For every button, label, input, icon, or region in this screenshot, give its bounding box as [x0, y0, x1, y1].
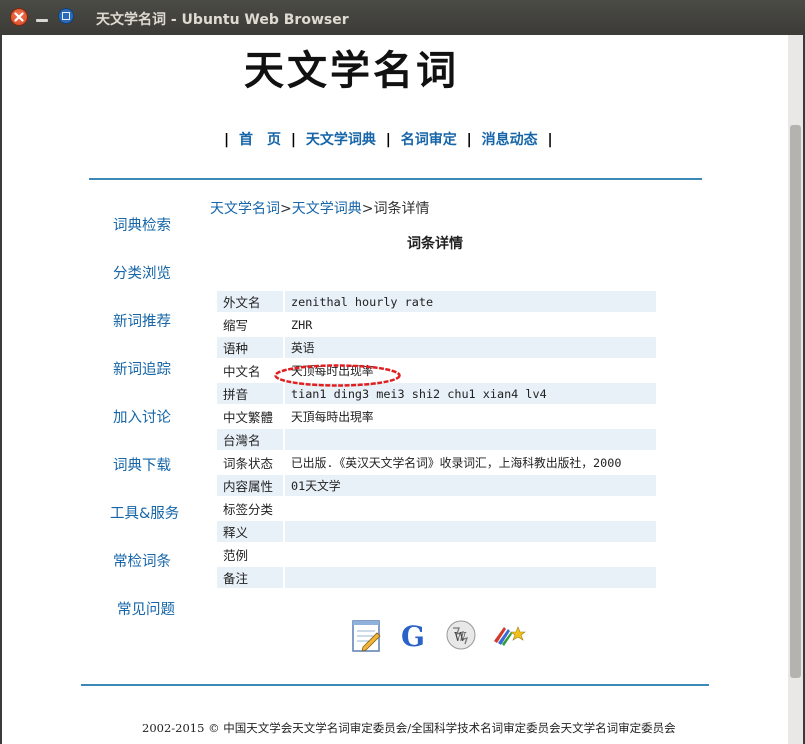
sidebar-item-dictionary-search[interactable]: 词典检索 [113, 214, 171, 235]
nav-separator: | [385, 132, 391, 148]
table-row: 缩写 ZHR [217, 314, 656, 335]
table-row: 备注 [217, 567, 656, 588]
field-label: 内容属性 [217, 475, 285, 496]
footer-divider [81, 684, 709, 686]
breadcrumb-dictionary[interactable]: 天文学词典 [292, 201, 362, 217]
sidebar-item-join-discussion[interactable]: 加入讨论 [113, 406, 171, 427]
field-value [285, 498, 656, 519]
table-row: 词条状态 已出版.《英汉天文学名词》收录词汇，上海科教出版社，2000 [217, 452, 656, 473]
field-value [285, 544, 656, 565]
field-label: 中文繁體 [217, 406, 285, 427]
close-icon [14, 12, 24, 22]
google-icon[interactable]: G [398, 619, 430, 653]
sidebar-item-new-term-recommend[interactable]: 新词推荐 [113, 310, 171, 331]
nav-separator: | [224, 132, 230, 148]
field-value: tian1 ding3 mei3 shi2 chu1 xian4 lv4 [285, 383, 656, 404]
field-value: 天頂每時出現率 [285, 406, 656, 427]
close-window-button[interactable] [10, 8, 28, 26]
table-row: 中文名 天顶每时出现率 [217, 360, 656, 381]
term-details-table: 外文名 zenithal hourly rate 缩写 ZHR 语种 英语 中文… [217, 289, 656, 590]
sidebar-item-frequent-terms[interactable]: 常检词条 [113, 550, 171, 571]
field-label: 拼音 [217, 383, 285, 404]
nav-news[interactable]: 消息动态 [482, 132, 538, 148]
window-frame-left [0, 35, 2, 744]
table-row: 释义 [217, 521, 656, 542]
field-value: 01天文学 [285, 475, 656, 496]
top-navigation: | 首 页 | 天文学词典 | 名词审定 | 消息动态 | [224, 129, 553, 149]
breadcrumb-separator: > [280, 201, 292, 217]
table-row: 台灣名 [217, 429, 656, 450]
table-row: 中文繁體 天頂每時出現率 [217, 406, 656, 427]
field-value [285, 429, 656, 450]
header-divider [89, 178, 702, 180]
field-label: 台灣名 [217, 429, 285, 450]
field-value [285, 567, 656, 588]
field-value: 已出版.《英汉天文学名词》收录词汇，上海科教出版社，2000 [285, 452, 656, 473]
table-row: 拼音 tian1 ding3 mei3 shi2 chu1 xian4 lv4 [217, 383, 656, 404]
minimize-window-button[interactable] [36, 19, 48, 22]
svg-text:G: G [401, 620, 425, 651]
field-label: 外文名 [217, 291, 285, 312]
nav-home[interactable]: 首 页 [239, 132, 281, 148]
sidebar-item-category-browse[interactable]: 分类浏览 [113, 262, 171, 283]
table-row: 内容属性 01天文学 [217, 475, 656, 496]
field-label: 标签分类 [217, 498, 285, 519]
field-label: 语种 [217, 337, 285, 358]
breadcrumb: 天文学名词>天文学词典>词条详情 [210, 198, 429, 218]
field-label: 缩写 [217, 314, 285, 335]
wikipedia-icon[interactable]: W [445, 619, 477, 651]
field-value: 天顶每时出现率 [285, 360, 656, 381]
page-title: 词条详情 [407, 236, 463, 252]
field-value: zenithal hourly rate [285, 291, 656, 312]
sidebar-item-new-term-tracking[interactable]: 新词追踪 [113, 358, 171, 379]
field-label: 备注 [217, 567, 285, 588]
svg-text:W: W [454, 630, 467, 644]
breadcrumb-separator: > [361, 201, 374, 217]
field-label: 范例 [217, 544, 285, 565]
table-row: 语种 英语 [217, 337, 656, 358]
field-value: 英语 [285, 337, 656, 358]
scrollbar-thumb[interactable] [790, 125, 801, 678]
field-label: 词条状态 [217, 452, 285, 473]
nav-separator: | [290, 132, 296, 148]
field-value: ZHR [285, 314, 656, 335]
sidebar-item-faq[interactable]: 常见问题 [117, 598, 175, 619]
site-logo[interactable]: 天文学名词 [244, 38, 459, 96]
breadcrumb-home[interactable]: 天文学名词 [210, 201, 280, 217]
table-row: 外文名 zenithal hourly rate [217, 291, 656, 312]
field-label: 中文名 [217, 360, 285, 381]
books-star-icon[interactable] [492, 619, 526, 651]
footer-copyright: 2002-2015 © 中国天文学会天文学名词审定委员会/全国科学技术名词审定委… [142, 721, 676, 735]
window-titlebar: 天文学名词 - Ubuntu Web Browser [0, 0, 805, 35]
window-title: 天文学名词 - Ubuntu Web Browser [96, 12, 349, 28]
sidebar-item-dictionary-download[interactable]: 词典下载 [113, 454, 171, 475]
table-row: 标签分类 [217, 498, 656, 519]
field-value [285, 521, 656, 542]
notepad-icon[interactable] [351, 619, 383, 652]
nav-astronomy-dictionary[interactable]: 天文学词典 [306, 132, 376, 148]
nav-separator: | [466, 132, 472, 148]
table-row: 范例 [217, 544, 656, 565]
field-label: 释义 [217, 521, 285, 542]
maximize-window-button[interactable] [58, 8, 74, 24]
sidebar-item-tools-services[interactable]: 工具&服务 [110, 502, 179, 523]
nav-term-review[interactable]: 名词审定 [401, 132, 457, 148]
nav-separator: | [547, 132, 553, 148]
breadcrumb-current: 词条详情 [373, 201, 430, 217]
